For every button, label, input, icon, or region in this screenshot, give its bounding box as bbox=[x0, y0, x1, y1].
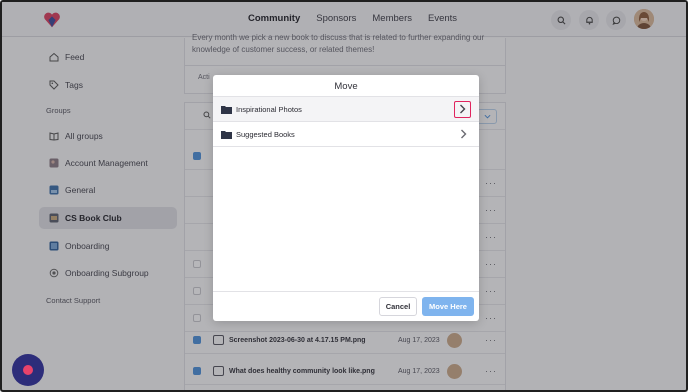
folder-icon bbox=[221, 130, 232, 139]
chevron-right-icon[interactable] bbox=[454, 100, 471, 118]
chevron-right-icon[interactable] bbox=[457, 128, 469, 140]
folder-icon bbox=[221, 105, 232, 114]
folder-label: Inspirational Photos bbox=[236, 104, 302, 114]
folder-row-suggested-books[interactable]: Suggested Books bbox=[213, 122, 479, 147]
move-here-button[interactable]: Move Here bbox=[422, 297, 474, 316]
launcher-dot-icon bbox=[23, 365, 33, 375]
app-window: Community Sponsors Members Events Feed T… bbox=[0, 0, 688, 392]
help-launcher-button[interactable] bbox=[12, 354, 44, 386]
cancel-button[interactable]: Cancel bbox=[379, 297, 417, 316]
divider bbox=[213, 291, 479, 292]
dialog-title: Move bbox=[334, 81, 358, 92]
folder-label: Suggested Books bbox=[236, 129, 295, 139]
folder-row-inspirational-photos[interactable]: Inspirational Photos bbox=[213, 97, 479, 122]
move-dialog: Move Inspirational Photos Suggested Book… bbox=[213, 75, 479, 321]
